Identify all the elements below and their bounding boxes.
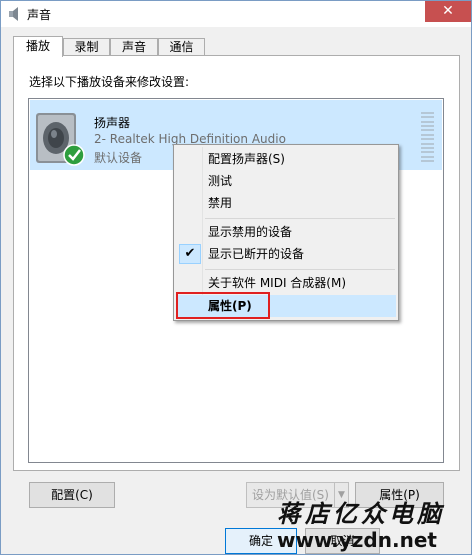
close-button[interactable]: ✕: [425, 1, 471, 22]
menu-item-label: 关于软件 MIDI 合成器(M): [208, 276, 347, 290]
menu-item-label: 禁用: [208, 196, 233, 210]
menu-item-label: 显示禁用的设备: [208, 225, 293, 239]
tab-communications[interactable]: 通信: [158, 38, 205, 56]
sound-dialog: 声音 ✕ 播放 录制 声音 通信 选择以下播放设备来修改设置: 扬声器 2- R…: [0, 0, 472, 555]
close-icon: ✕: [442, 3, 454, 19]
menu-item-label: 显示已断开的设备: [208, 247, 305, 261]
watermark-url: www.yzdn.net: [277, 528, 437, 552]
watermark-text: 蒋店亿众电脑: [277, 499, 445, 528]
tab-label: 播放: [25, 39, 50, 53]
panel-instructions: 选择以下播放设备来修改设置:: [29, 75, 190, 89]
device-status: 默认设备: [94, 151, 143, 165]
menu-item-test[interactable]: 测试: [176, 170, 396, 192]
green-check-icon: [63, 144, 85, 166]
speaker-icon: [36, 113, 85, 166]
menu-item-disable[interactable]: 禁用: [176, 192, 396, 214]
menu-item-label: 配置扬声器(S): [208, 152, 285, 166]
menu-item-show-disabled[interactable]: 显示禁用的设备: [176, 221, 396, 243]
title-bar: 声音 ✕: [1, 1, 471, 27]
tab-sounds[interactable]: 声音: [110, 38, 158, 56]
menu-item-about-midi[interactable]: 关于软件 MIDI 合成器(M): [176, 272, 396, 294]
checkmark-icon: ✔: [179, 244, 201, 264]
menu-item-show-disconnected[interactable]: ✔ 显示已断开的设备: [176, 243, 396, 265]
menu-separator: [205, 218, 395, 219]
window-title: 声音: [27, 8, 52, 22]
tab-recording[interactable]: 录制: [63, 38, 110, 56]
configure-button[interactable]: 配置(C): [29, 482, 115, 508]
menu-item-configure-speakers[interactable]: 配置扬声器(S): [176, 148, 396, 170]
sound-app-icon: [9, 7, 18, 21]
device-name: 扬声器: [94, 116, 131, 130]
tab-label: 录制: [74, 40, 99, 54]
tab-label: 声音: [121, 40, 146, 54]
tab-playback[interactable]: 播放: [13, 36, 63, 57]
highlight-annotation-box: [176, 292, 270, 319]
menu-separator: [205, 269, 395, 270]
button-label: 配置(C): [51, 488, 93, 502]
tab-label: 通信: [169, 40, 194, 54]
volume-level-meter: [421, 112, 434, 162]
button-label: 确定: [248, 534, 273, 548]
menu-item-label: 测试: [208, 174, 233, 188]
